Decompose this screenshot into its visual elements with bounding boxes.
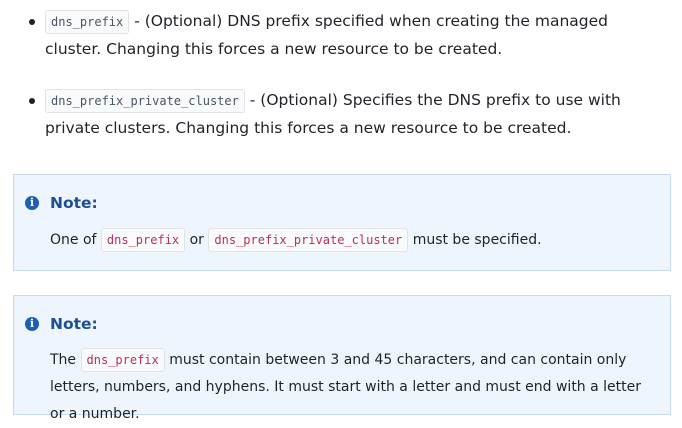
note-header: i Note:	[25, 315, 98, 333]
note-callout: i Note: The dns_prefix must contain betw…	[13, 295, 671, 422]
note-text: One of	[50, 232, 97, 248]
bullet	[29, 98, 35, 104]
argument-item-dns-prefix: dns_prefix - (Optional) DNS prefix speci…	[29, 8, 665, 63]
info-icon: i	[25, 196, 39, 210]
info-icon: i	[25, 317, 39, 331]
bullet	[29, 19, 35, 25]
note-title: Note:	[50, 315, 98, 333]
argument-name-code: dns_prefix	[45, 10, 130, 34]
note-body: The dns_prefix must contain between 3 an…	[50, 347, 650, 428]
argument-description: - (Optional) DNS prefix specified when c…	[45, 12, 609, 58]
note-callout: i Note: One of dns_prefix or dns_prefix_…	[13, 174, 671, 271]
argument-item-dns-prefix-private-cluster: dns_prefix_private_cluster - (Optional) …	[29, 87, 665, 142]
note-text: or	[189, 232, 204, 248]
note-body: One of dns_prefix or dns_prefix_private_…	[50, 227, 650, 254]
argument-name-code: dns_prefix_private_cluster	[45, 89, 245, 113]
note-header: i Note:	[25, 194, 98, 212]
argument-anchor[interactable]: dns_prefix_private_cluster	[45, 89, 245, 113]
note-title: Note:	[50, 194, 98, 212]
note-text: The	[50, 352, 77, 368]
inline-code: dns_prefix_private_cluster	[208, 228, 409, 252]
note-text: must be specified.	[412, 232, 542, 248]
inline-code: dns_prefix	[80, 348, 165, 372]
argument-anchor[interactable]: dns_prefix	[45, 10, 130, 34]
inline-code: dns_prefix	[100, 228, 186, 252]
